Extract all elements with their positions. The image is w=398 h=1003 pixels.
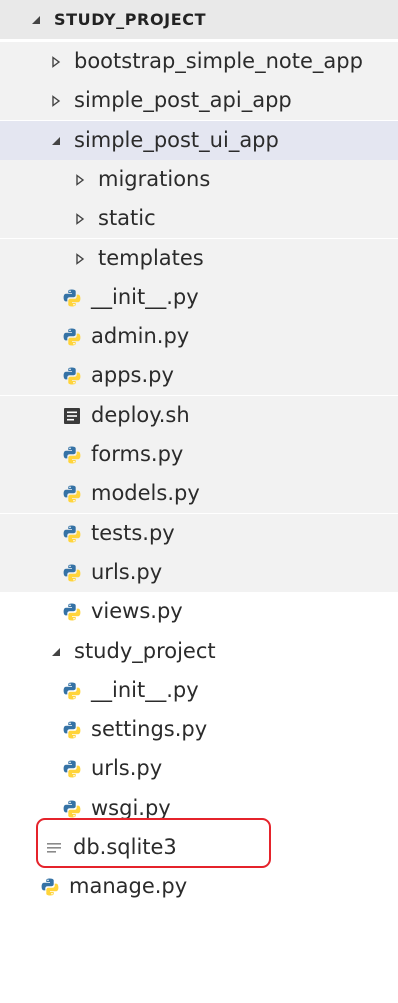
file-label: settings.py — [91, 717, 208, 741]
file-item-init-py[interactable]: __init__.py — [0, 671, 398, 710]
python-file-icon — [62, 602, 82, 622]
file-item-admin-py[interactable]: admin.py — [0, 317, 398, 356]
file-label: views.py — [91, 599, 183, 623]
folder-label: static — [98, 206, 156, 230]
chevron-right-icon[interactable] — [48, 93, 64, 109]
file-item-urls-py[interactable]: urls.py — [0, 749, 398, 788]
file-explorer-tree: STUDY_PROJECT bootstrap_simple_note_apps… — [0, 0, 398, 1003]
file-label: wsgi.py — [91, 796, 171, 820]
folder-label: simple_post_ui_app — [74, 128, 279, 152]
folder-item-templates[interactable]: templates — [0, 239, 398, 278]
python-file-icon — [62, 759, 82, 779]
folder-item-migrations[interactable]: migrations — [0, 160, 398, 199]
chevron-down-icon[interactable] — [48, 133, 64, 149]
python-file-icon — [62, 366, 82, 386]
chevron-down-icon[interactable] — [48, 644, 64, 660]
file-item-apps-py[interactable]: apps.py — [0, 356, 398, 395]
file-item-deploy-sh[interactable]: deploy.sh — [0, 396, 398, 435]
chevron-right-icon[interactable] — [48, 54, 64, 70]
file-item-forms-py[interactable]: forms.py — [0, 435, 398, 474]
folder-item-static[interactable]: static — [0, 199, 398, 238]
folder-label: study_project — [74, 639, 216, 663]
file-item-views-py[interactable]: views.py — [0, 592, 398, 631]
file-label: apps.py — [91, 363, 174, 387]
file-item-urls-py[interactable]: urls.py — [0, 553, 398, 592]
python-file-icon — [62, 288, 82, 308]
python-file-icon — [62, 799, 82, 819]
explorer-root-label: STUDY_PROJECT — [54, 9, 207, 29]
file-item-wsgi-py[interactable]: wsgi.py — [0, 789, 398, 828]
shell-script-icon — [62, 406, 82, 426]
file-label: manage.py — [69, 874, 188, 898]
python-file-icon — [62, 563, 82, 583]
folder-label: bootstrap_simple_note_app — [74, 49, 363, 73]
folder-label: migrations — [98, 167, 211, 191]
chevron-right-icon[interactable] — [72, 251, 88, 267]
file-item-manage-py[interactable]: manage.py — [0, 867, 398, 906]
file-label: tests.py — [91, 521, 175, 545]
file-item-tests-py[interactable]: tests.py — [0, 514, 398, 553]
python-file-icon — [62, 524, 82, 544]
file-item-init-py[interactable]: __init__.py — [0, 278, 398, 317]
folder-label: templates — [98, 246, 204, 270]
chevron-down-icon[interactable] — [28, 12, 44, 28]
file-label: urls.py — [91, 756, 163, 780]
file-item-db-sqlite3[interactable]: db.sqlite3 — [0, 828, 398, 867]
python-file-icon — [62, 484, 82, 504]
file-label: __init__.py — [91, 678, 199, 702]
python-file-icon — [62, 445, 82, 465]
chevron-right-icon[interactable] — [72, 211, 88, 227]
file-label: urls.py — [91, 560, 163, 584]
file-label: db.sqlite3 — [73, 835, 177, 859]
file-label: __init__.py — [91, 285, 199, 309]
file-label: models.py — [91, 481, 200, 505]
folder-item-bootstrap-simple-note-app[interactable]: bootstrap_simple_note_app — [0, 42, 398, 81]
explorer-root-folder[interactable]: STUDY_PROJECT — [0, 0, 398, 39]
folder-item-study-project[interactable]: study_project — [0, 632, 398, 671]
file-item-models-py[interactable]: models.py — [0, 474, 398, 513]
file-label: admin.py — [91, 324, 190, 348]
folder-label: simple_post_api_app — [74, 88, 292, 112]
python-file-icon — [62, 720, 82, 740]
python-file-icon — [40, 877, 60, 897]
chevron-right-icon[interactable] — [72, 172, 88, 188]
file-label: forms.py — [91, 442, 184, 466]
file-label: deploy.sh — [91, 403, 190, 427]
python-file-icon — [62, 327, 82, 347]
file-item-settings-py[interactable]: settings.py — [0, 710, 398, 749]
python-file-icon — [62, 681, 82, 701]
text-file-icon — [44, 838, 64, 858]
folder-item-simple-post-ui-app[interactable]: simple_post_ui_app — [0, 121, 398, 160]
folder-item-simple-post-api-app[interactable]: simple_post_api_app — [0, 81, 398, 120]
